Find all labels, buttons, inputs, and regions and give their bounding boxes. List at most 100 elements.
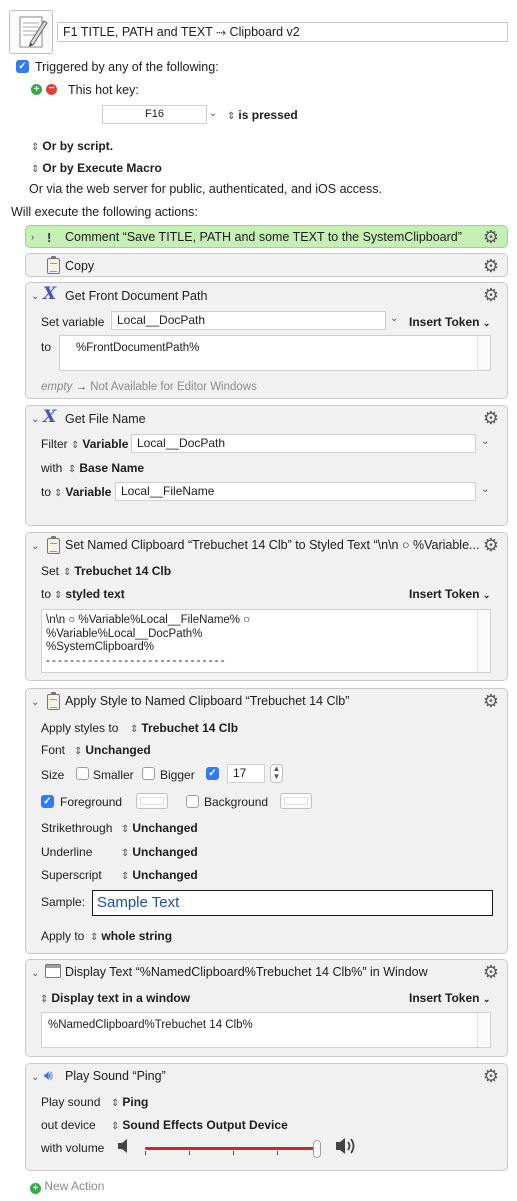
gear-icon[interactable]: ⚙ bbox=[482, 692, 500, 710]
variable-dropdown-icon[interactable]: ⌄ bbox=[390, 313, 398, 324]
updown-icon: ⇕ bbox=[90, 932, 99, 943]
size-value: 17 bbox=[233, 766, 247, 780]
updown-icon: ⇕ bbox=[71, 440, 80, 451]
clipboard-icon bbox=[47, 692, 60, 710]
gear-icon[interactable]: ⚙ bbox=[482, 536, 500, 554]
play-sound-title: Play Sound “Ping” bbox=[65, 1069, 166, 1083]
filter-variable: Local__DocPath bbox=[137, 436, 226, 450]
to-variable-field[interactable]: Local__FileName bbox=[115, 482, 476, 501]
to-type-popup[interactable]: ⇕ Variable bbox=[54, 485, 111, 499]
named-clipboard-action: ⌄ Set Named Clipboard “Trebuchet 14 Clb”… bbox=[25, 532, 508, 681]
scrollbar[interactable] bbox=[477, 610, 490, 672]
size-label: Size bbox=[41, 768, 65, 782]
comment-action[interactable]: › ! Comment “Save TITLE, PATH and some T… bbox=[25, 225, 508, 248]
strikethrough-popup[interactable]: ⇕ Unchanged bbox=[121, 821, 198, 835]
display-mode-popup[interactable]: ⇕ Display text in a window bbox=[40, 991, 190, 1005]
chevron-down-icon: ⌄ bbox=[482, 318, 491, 328]
insert-token-button[interactable]: Insert Token ⌄ bbox=[409, 315, 490, 329]
volume-knob[interactable] bbox=[313, 1140, 321, 1158]
gear-icon[interactable]: ⚙ bbox=[482, 228, 500, 246]
smaller-checkbox[interactable] bbox=[76, 767, 89, 780]
foreground-checkbox[interactable]: ✓ bbox=[41, 795, 54, 808]
to-label: to bbox=[41, 587, 52, 601]
filter-type: Variable bbox=[82, 437, 129, 451]
gear-icon[interactable]: ⚙ bbox=[482, 286, 500, 304]
superscript-value: Unchanged bbox=[132, 868, 198, 882]
background-checkbox[interactable] bbox=[186, 795, 199, 808]
sample-text: Sample Text bbox=[97, 894, 180, 911]
tick-mark bbox=[233, 1151, 234, 1155]
filter-type-popup[interactable]: ⇕ Variable bbox=[71, 437, 128, 451]
add-trigger-icon[interactable]: + bbox=[31, 84, 42, 95]
insert-token-button[interactable]: Insert Token ⌄ bbox=[409, 587, 490, 601]
chevron-right-icon[interactable]: › bbox=[31, 232, 34, 243]
sound-popup[interactable]: ⇕ Ping bbox=[111, 1095, 148, 1109]
styled-text-popup[interactable]: ⇕ styled text bbox=[54, 587, 125, 601]
to-dropdown-icon[interactable]: ⌄ bbox=[481, 484, 489, 495]
gear-icon[interactable]: ⚙ bbox=[482, 963, 500, 981]
apply-to-popup[interactable]: ⇕ whole string bbox=[90, 929, 172, 943]
updown-icon: ⇕ bbox=[227, 111, 236, 122]
apply-to-value: whole string bbox=[101, 929, 173, 943]
copy-action[interactable]: Copy ⚙ bbox=[25, 253, 508, 277]
triggered-checkbox[interactable]: ✓ bbox=[16, 60, 29, 73]
to-value: %FrontDocumentPath% bbox=[76, 342, 200, 354]
size-field[interactable]: 17 bbox=[227, 764, 265, 783]
gear-icon[interactable]: ⚙ bbox=[482, 257, 500, 275]
apply-styles-clipboard: Trebuchet 14 Clb bbox=[141, 721, 239, 735]
chevron-down-icon[interactable]: ⌄ bbox=[31, 968, 39, 979]
macro-title-field[interactable]: F1 TITLE, PATH and TEXT ⤑ Clipboard v2 bbox=[57, 22, 508, 42]
file-name-action: ⌄ X Get File Name ⚙ Filter ⇕ Variable Loc… bbox=[25, 405, 508, 526]
chevron-down-icon[interactable]: ⌄ bbox=[31, 541, 39, 552]
file-name-title: Get File Name bbox=[65, 412, 146, 426]
sample-label: Sample: bbox=[41, 895, 86, 909]
superscript-popup[interactable]: ⇕ Unchanged bbox=[121, 868, 198, 882]
or-execute-macro-popup[interactable]: ⇕ Or by Execute Macro bbox=[31, 161, 162, 175]
font-popup[interactable]: ⇕ Unchanged bbox=[74, 743, 151, 757]
tick-mark bbox=[189, 1151, 190, 1155]
device-popup[interactable]: ⇕ Sound Effects Output Device bbox=[111, 1118, 288, 1132]
chevron-down-icon[interactable]: ⌄ bbox=[31, 1072, 39, 1083]
macro-icon bbox=[9, 10, 53, 54]
variable-name-field[interactable]: Local__DocPath bbox=[111, 311, 386, 330]
variable-x-icon: X bbox=[43, 407, 57, 427]
apply-style-title: Apply Style to Named Clipboard “Trebuche… bbox=[65, 694, 350, 708]
size-stepper[interactable]: ▲ ▼ bbox=[270, 764, 283, 783]
gear-icon[interactable]: ⚙ bbox=[482, 1067, 500, 1085]
clipboard-icon bbox=[47, 256, 60, 274]
display-text-area[interactable]: %NamedClipboard%Trebuchet 14 Clb% bbox=[41, 1012, 491, 1048]
updown-icon: ⇕ bbox=[111, 1121, 120, 1132]
new-action-button[interactable]: + New Action bbox=[30, 1179, 104, 1194]
or-script-popup[interactable]: ⇕ Or by script. bbox=[31, 139, 113, 153]
size-checkbox[interactable]: ✓ bbox=[206, 767, 219, 780]
chevron-down-icon[interactable]: ⌄ bbox=[31, 414, 39, 425]
insert-token-label: Insert Token bbox=[409, 587, 480, 601]
hotkey-field[interactable]: F16 bbox=[102, 105, 207, 124]
gear-icon[interactable]: ⚙ bbox=[482, 409, 500, 427]
styled-text: styled text bbox=[65, 587, 125, 601]
foreground-color-well[interactable] bbox=[136, 793, 168, 809]
remove-trigger-icon[interactable]: − bbox=[46, 84, 57, 95]
to-textarea[interactable]: %FrontDocumentPath% bbox=[59, 335, 491, 371]
bigger-checkbox[interactable] bbox=[142, 767, 155, 780]
background-color-well[interactable] bbox=[280, 793, 312, 809]
filter-variable-field[interactable]: Local__DocPath bbox=[131, 434, 476, 453]
clipboard-popup[interactable]: ⇕ Trebuchet 14 Clb bbox=[63, 564, 171, 578]
with-popup[interactable]: ⇕ Base Name bbox=[68, 461, 144, 475]
apply-styles-popup[interactable]: ⇕ Trebuchet 14 Clb bbox=[130, 721, 238, 735]
chevron-down-icon[interactable]: ⌄ bbox=[31, 291, 39, 302]
volume-slider[interactable] bbox=[145, 1140, 321, 1158]
sample-text-box: Sample Text bbox=[92, 890, 493, 916]
scrollbar[interactable] bbox=[477, 336, 490, 370]
insert-token-button[interactable]: Insert Token ⌄ bbox=[409, 991, 490, 1005]
underline-popup[interactable]: ⇕ Unchanged bbox=[121, 845, 198, 859]
pressed-label: is pressed bbox=[238, 108, 298, 122]
chevron-down-icon[interactable]: ⌄ bbox=[31, 697, 39, 708]
scrollbar[interactable] bbox=[477, 1013, 490, 1047]
filter-dropdown-icon[interactable]: ⌄ bbox=[481, 436, 489, 447]
styled-text-area[interactable]: \n\n ○ %Variable%Local__FileName% ○ %Var… bbox=[41, 609, 491, 673]
hotkey-dropdown-icon[interactable]: ⌄ bbox=[209, 108, 217, 119]
named-clipboard-title: Set Named Clipboard “Trebuchet 14 Clb” t… bbox=[65, 538, 480, 552]
updown-icon: ⇕ bbox=[111, 1098, 120, 1109]
pressed-popup[interactable]: ⇕ is pressed bbox=[227, 108, 298, 122]
